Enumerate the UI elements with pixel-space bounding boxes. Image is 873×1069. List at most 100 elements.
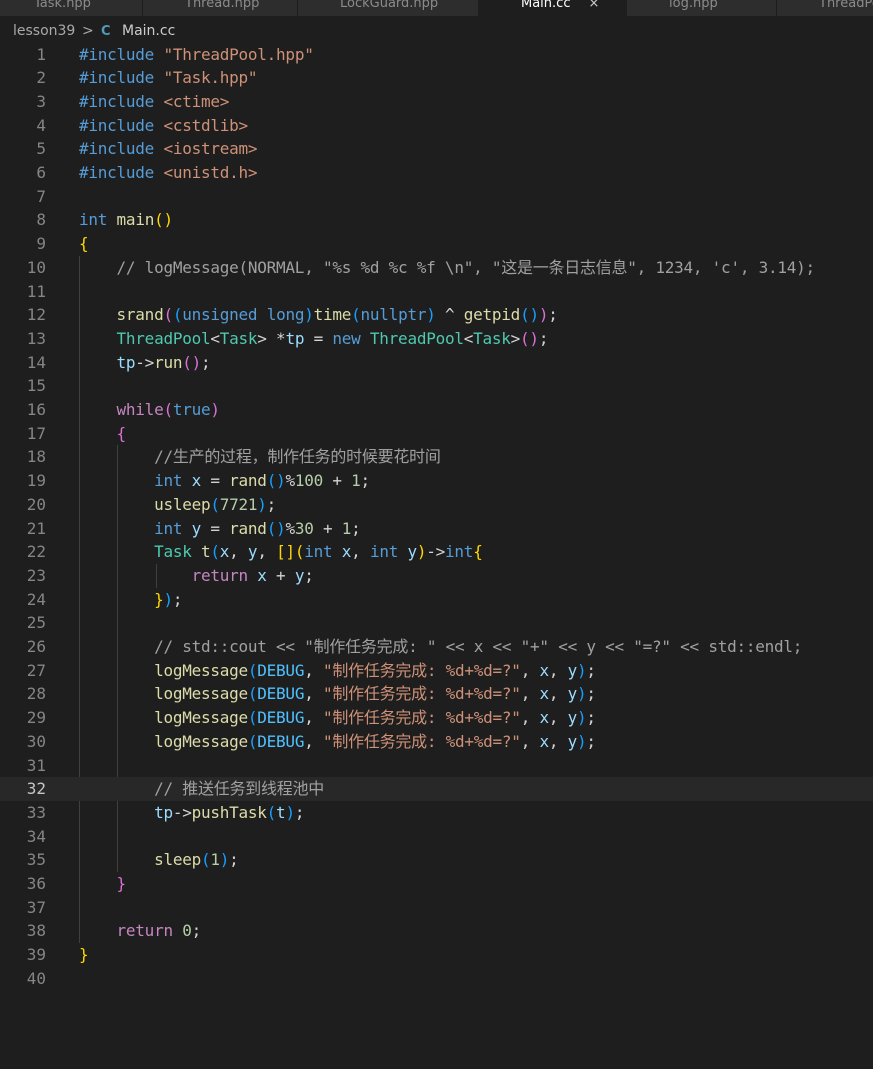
code-token: , [548, 660, 568, 680]
code-line[interactable]: 12 srand((unsigned long)time(nullptr) ^ … [0, 303, 873, 327]
code-line[interactable]: 26 // std::cout << "制作任务完成: " << x << "+… [0, 635, 873, 659]
line-number: 31 [26, 755, 46, 775]
tab-task-hpp[interactable]: Task.hpp [0, 0, 143, 16]
code-line[interactable]: 1 #include "ThreadPool.hpp" [0, 43, 873, 67]
code-line[interactable]: 34 [0, 825, 873, 849]
code-text: logMessage(DEBUG, "制作任务完成: %d+%d=?", x, … [79, 682, 596, 706]
line-number: 3 [36, 91, 46, 111]
code-token: rand [229, 471, 267, 491]
code-line[interactable]: 10 // logMessage(NORMAL, "%s %d %c %f \n… [0, 256, 873, 280]
code-token: logMessage [154, 708, 248, 728]
code-line[interactable]: 7 [0, 185, 873, 209]
code-line[interactable]: 37 [0, 896, 873, 920]
code-token: 1 [341, 518, 352, 538]
code-line[interactable]: 20 usleep(7721); [0, 493, 873, 517]
code-line[interactable]: 9{ [0, 232, 873, 256]
code-line[interactable]: 40 [0, 967, 873, 991]
code-line[interactable]: 19 int x = rand()%100 + 1; [0, 469, 873, 493]
code-token: -> [426, 542, 446, 562]
code-line[interactable]: 31 [0, 754, 873, 778]
line-number: 25 [26, 613, 46, 633]
tab-log-hpp[interactable]: log.hpp [627, 0, 777, 16]
code-text: } [79, 872, 127, 896]
code-token: , [304, 684, 323, 704]
code-line[interactable]: 33 tp->pushTask(t); [0, 801, 873, 825]
code-token: y [407, 542, 417, 562]
code-line[interactable]: 11 [0, 280, 873, 304]
tab-threadpool-hpp[interactable]: ThreadPool.hpp [777, 0, 873, 16]
tab-lockguard-hpp[interactable]: LockGuard.hpp [298, 0, 479, 16]
code-line[interactable]: 2 #include "Task.hpp" [0, 66, 873, 90]
code-line[interactable]: 5 #include <iostream> [0, 137, 873, 161]
line-number: 26 [26, 637, 46, 656]
line-number: 14 [26, 352, 46, 372]
code-text: // 推送任务到线程池中 [79, 777, 324, 801]
breadcrumb-file[interactable]: Main.cc [122, 23, 175, 39]
code-token: Task [219, 328, 258, 348]
code-line[interactable]: 35 sleep(1); [0, 848, 873, 872]
line-number: 22 [26, 542, 46, 562]
line-number: 12 [26, 305, 46, 325]
code-line[interactable]: 29 logMessage(DEBUG, "制作任务完成: %d+%d=?", … [0, 706, 873, 730]
code-token: y [567, 660, 578, 680]
editor-tab-bar: Task.hpp Thread.hpp LockGuard.hpp Main.cc × l… [0, 0, 873, 16]
code-token: <unistd.h> [163, 163, 258, 182]
code-text: #include <iostream> [79, 137, 258, 161]
tab-label: ThreadPool.hpp [819, 0, 873, 11]
code-line[interactable]: 8 int main() [0, 208, 873, 232]
code-token: ; [229, 850, 239, 870]
code-line[interactable]: 22 Task t(x, y, [](int x, int y)->int{ [0, 540, 873, 564]
code-line[interactable]: 30 logMessage(DEBUG, "制作任务完成: %d+%d=?", … [0, 730, 873, 754]
code-line[interactable]: 39} [0, 943, 873, 967]
code-line[interactable]: 27 logMessage(DEBUG, "制作任务完成: %d+%d=?", … [0, 659, 873, 683]
code-line[interactable]: 14 tp->run(); [0, 351, 873, 375]
tab-label: log.hpp [669, 0, 718, 11]
code-text: // logMessage(NORMAL, "%s %d %c %f \n", … [79, 256, 816, 280]
code-token: y [567, 731, 578, 751]
code-text: int y = rand()%30 + 1; [79, 517, 361, 541]
code-line[interactable]: 36 } [0, 872, 873, 896]
code-token: ; [586, 708, 596, 728]
line-number: 10 [26, 257, 46, 277]
code-line[interactable]: 4 #include <cstdlib> [0, 114, 873, 138]
code-token: logMessage [154, 731, 248, 751]
code-editor[interactable]: 1 #include "ThreadPool.hpp" 2 #include "Tas… [0, 42, 873, 1069]
code-line[interactable]: 25 [0, 611, 873, 635]
code-token: = [304, 328, 333, 348]
code-line[interactable]: 3 #include <ctime> [0, 90, 873, 114]
close-icon[interactable]: × [588, 0, 599, 11]
code-token: #include [79, 139, 155, 159]
code-line[interactable]: 23 return x + y; [0, 564, 873, 588]
code-token: x [539, 708, 549, 728]
code-line[interactable]: 32 // 推送任务到线程池中 [0, 777, 873, 801]
code-line[interactable]: 28 logMessage(DEBUG, "制作任务完成: %d+%d=?", … [0, 682, 873, 706]
code-line[interactable]: 13 ThreadPool<Task> *tp = new ThreadPool… [0, 327, 873, 351]
tab-main-cc[interactable]: Main.cc × [479, 0, 627, 16]
code-line[interactable]: 17 { [0, 422, 873, 446]
tab-thread-hpp[interactable]: Thread.hpp [143, 0, 298, 16]
code-token: logMessage [154, 684, 248, 704]
code-token: -> [172, 802, 192, 822]
code-line[interactable]: 6 #include <unistd.h> [0, 161, 873, 185]
code-token: tp [154, 802, 173, 822]
breadcrumb-folder[interactable]: lesson39 [13, 23, 75, 39]
code-line[interactable]: 21 int y = rand()%30 + 1; [0, 517, 873, 541]
code-line[interactable]: 16 while(true) [0, 398, 873, 422]
code-line[interactable]: 18 //生产的过程，制作任务的时候要花时间 [0, 445, 873, 469]
code-line[interactable]: 15 [0, 374, 873, 398]
code-token: <cstdlib> [163, 115, 248, 135]
code-token: x [539, 684, 549, 704]
code-token: pushTask [191, 802, 267, 822]
code-token: > [510, 328, 521, 348]
code-token: 1 [351, 471, 361, 491]
code-line[interactable]: 24 }); [0, 588, 873, 612]
code-line[interactable]: 38 return 0; [0, 919, 873, 943]
code-token: ) [219, 850, 230, 870]
